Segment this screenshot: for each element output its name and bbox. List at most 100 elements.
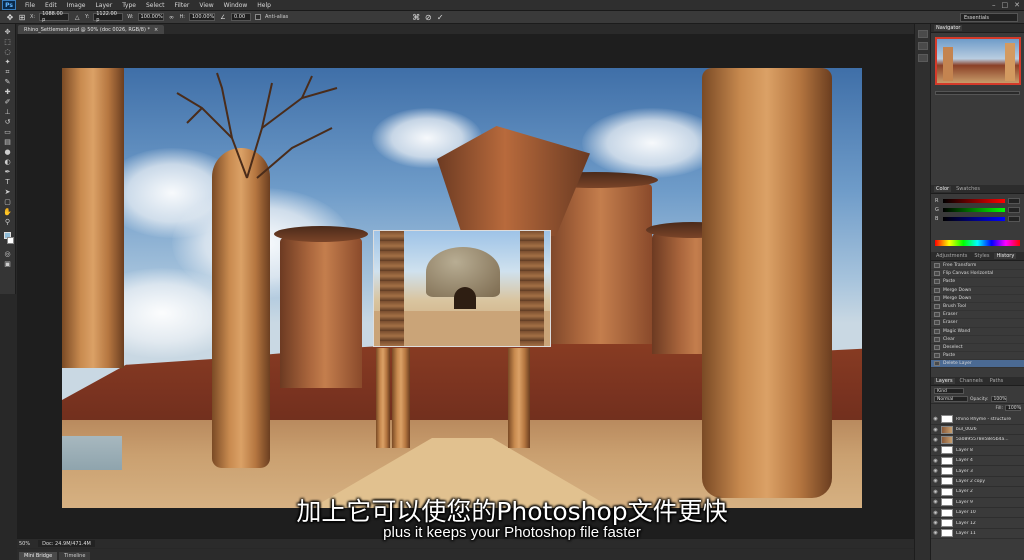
x-input[interactable]: 1088.00 p (39, 11, 70, 23)
history-item[interactable]: Flip Canvas Horizontal (931, 270, 1024, 279)
tab-color[interactable]: Color (934, 186, 952, 192)
y-input[interactable]: 1122.00 p (93, 11, 124, 23)
w-input[interactable]: 100.00% (137, 13, 164, 21)
transform-tool-icon[interactable]: ✥ (6, 13, 14, 22)
close-icon[interactable]: ✕ (1014, 1, 1020, 9)
tab-swatches[interactable]: Swatches (954, 186, 982, 192)
warp-icon[interactable]: ⌘ (412, 13, 420, 22)
minimize-icon[interactable]: – (992, 1, 996, 9)
screen-mode-icon[interactable]: ▣ (2, 260, 13, 268)
menu-file[interactable]: File (20, 2, 40, 9)
history-item[interactable]: Clear (931, 336, 1024, 344)
dodge-tool-icon[interactable]: ◐ (2, 158, 13, 166)
hand-tool-icon[interactable]: ✋ (2, 208, 13, 216)
layer-row[interactable]: ◉ bul_0026 (931, 425, 1024, 436)
layer-filter-select[interactable]: Kind (934, 388, 964, 395)
tab-navigator[interactable]: Navigator (934, 25, 963, 31)
tab-channels[interactable]: Channels (958, 378, 985, 384)
h-input[interactable]: 100.00% (189, 13, 215, 21)
document-size[interactable]: Doc: 24.9M/471.4M (38, 540, 95, 547)
green-value-input[interactable] (1008, 207, 1020, 213)
quick-mask-icon[interactable]: ◎ (2, 250, 13, 258)
tab-adjustments[interactable]: Adjustments (934, 253, 969, 259)
navigator-zoom-slider[interactable] (935, 91, 1020, 95)
clone-stamp-icon[interactable]: ⊥ (2, 108, 13, 116)
gradient-tool-icon[interactable]: ▤ (2, 138, 13, 146)
history-item[interactable]: Paste (931, 278, 1024, 287)
zoom-tool-icon[interactable]: ⚲ (2, 218, 13, 226)
tab-layers[interactable]: Layers (934, 378, 955, 385)
tab-timeline[interactable]: Timeline (59, 552, 91, 560)
history-item[interactable]: Eraser (931, 319, 1024, 328)
cancel-transform-icon[interactable]: ⊘ (424, 13, 432, 22)
commit-transform-icon[interactable]: ✓ (436, 13, 444, 22)
green-slider[interactable] (943, 208, 1005, 212)
workspace-select[interactable]: Essentials (960, 13, 1018, 22)
history-item[interactable]: Brush Tool (931, 303, 1024, 312)
document-tab[interactable]: Rhino_Settlement.psd @ 50% (doc 0026, RG… (18, 25, 165, 34)
visibility-eye-icon[interactable]: ◉ (933, 427, 938, 433)
tab-history[interactable]: History (994, 253, 1017, 259)
blend-mode-select[interactable]: Normal (934, 396, 968, 403)
history-item[interactable]: Free Transform (931, 262, 1024, 271)
magic-wand-icon[interactable]: ✦ (2, 58, 13, 66)
layer-row[interactable]: ◉ Layer 3 (931, 466, 1024, 477)
history-item[interactable]: Paste (931, 352, 1024, 361)
visibility-eye-icon[interactable]: ◉ (933, 478, 938, 484)
menu-help[interactable]: Help (252, 2, 276, 9)
pen-tool-icon[interactable]: ✒ (2, 168, 13, 176)
red-slider[interactable] (943, 199, 1005, 203)
reference-point-icon[interactable]: ⊞ (18, 13, 26, 22)
history-item[interactable]: Merge Down (931, 287, 1024, 295)
type-tool-icon[interactable]: T (2, 178, 13, 186)
eraser-tool-icon[interactable]: ▭ (2, 128, 13, 136)
lasso-tool-icon[interactable]: ◌ (2, 48, 13, 56)
layer-row[interactable]: ◉ Rhino Rhyme - structure (931, 414, 1024, 425)
visibility-eye-icon[interactable]: ◉ (933, 437, 938, 443)
path-select-icon[interactable]: ➤ (2, 188, 13, 196)
shape-tool-icon[interactable]: ▢ (2, 198, 13, 206)
layer-row[interactable]: ◉ Layer 2 copy (931, 477, 1024, 488)
brush-tool-icon[interactable]: ✐ (2, 98, 13, 106)
blue-value-input[interactable] (1008, 216, 1020, 222)
tab-paths[interactable]: Paths (988, 378, 1006, 384)
history-item[interactable]: Magic Wand (931, 328, 1024, 336)
navigator-thumbnail[interactable] (934, 37, 1021, 85)
visibility-eye-icon[interactable]: ◉ (933, 447, 938, 453)
history-item[interactable]: Merge Down (931, 295, 1024, 303)
history-brush-icon[interactable]: ↺ (2, 118, 13, 126)
menu-select[interactable]: Select (141, 2, 170, 9)
opacity-input[interactable]: 100% (990, 396, 1007, 403)
color-spectrum[interactable] (935, 240, 1020, 246)
history-item-current[interactable]: Delete Layer (931, 360, 1024, 369)
history-item[interactable]: Deselect (931, 344, 1024, 353)
history-item[interactable]: Eraser (931, 311, 1024, 320)
menu-edit[interactable]: Edit (40, 2, 62, 9)
marquee-tool-icon[interactable]: ⬚ (2, 38, 13, 46)
placed-image[interactable] (373, 230, 551, 347)
blue-slider[interactable] (943, 217, 1005, 221)
zoom-level[interactable]: 50% (19, 541, 30, 547)
blur-tool-icon[interactable]: ● (2, 148, 13, 156)
panel-toggle-icon[interactable] (917, 54, 928, 62)
delta-icon[interactable]: △ (73, 13, 81, 21)
visibility-eye-icon[interactable]: ◉ (933, 458, 938, 464)
visibility-eye-icon[interactable]: ◉ (933, 468, 938, 474)
panel-toggle-icon[interactable] (917, 42, 928, 50)
fill-input[interactable]: 100% (1005, 405, 1021, 412)
visibility-eye-icon[interactable]: ◉ (933, 416, 938, 422)
crop-tool-icon[interactable]: ⌗ (2, 68, 13, 76)
layer-row[interactable]: ◉ 5a0895578e58e5b4a... (931, 435, 1024, 446)
maximize-icon[interactable]: □ (1002, 1, 1009, 9)
red-value-input[interactable] (1008, 198, 1020, 204)
eyedropper-icon[interactable]: ✎ (2, 78, 13, 86)
menu-window[interactable]: Window (219, 2, 253, 9)
layer-row[interactable]: ◉ Layer 8 (931, 446, 1024, 456)
menu-image[interactable]: Image (62, 2, 91, 9)
healing-brush-icon[interactable]: ✚ (2, 88, 13, 96)
antialias-checkbox[interactable] (255, 14, 261, 20)
menu-filter[interactable]: Filter (170, 2, 195, 9)
menu-view[interactable]: View (194, 2, 218, 9)
close-tab-icon[interactable]: × (154, 27, 158, 33)
tab-styles[interactable]: Styles (972, 253, 991, 259)
